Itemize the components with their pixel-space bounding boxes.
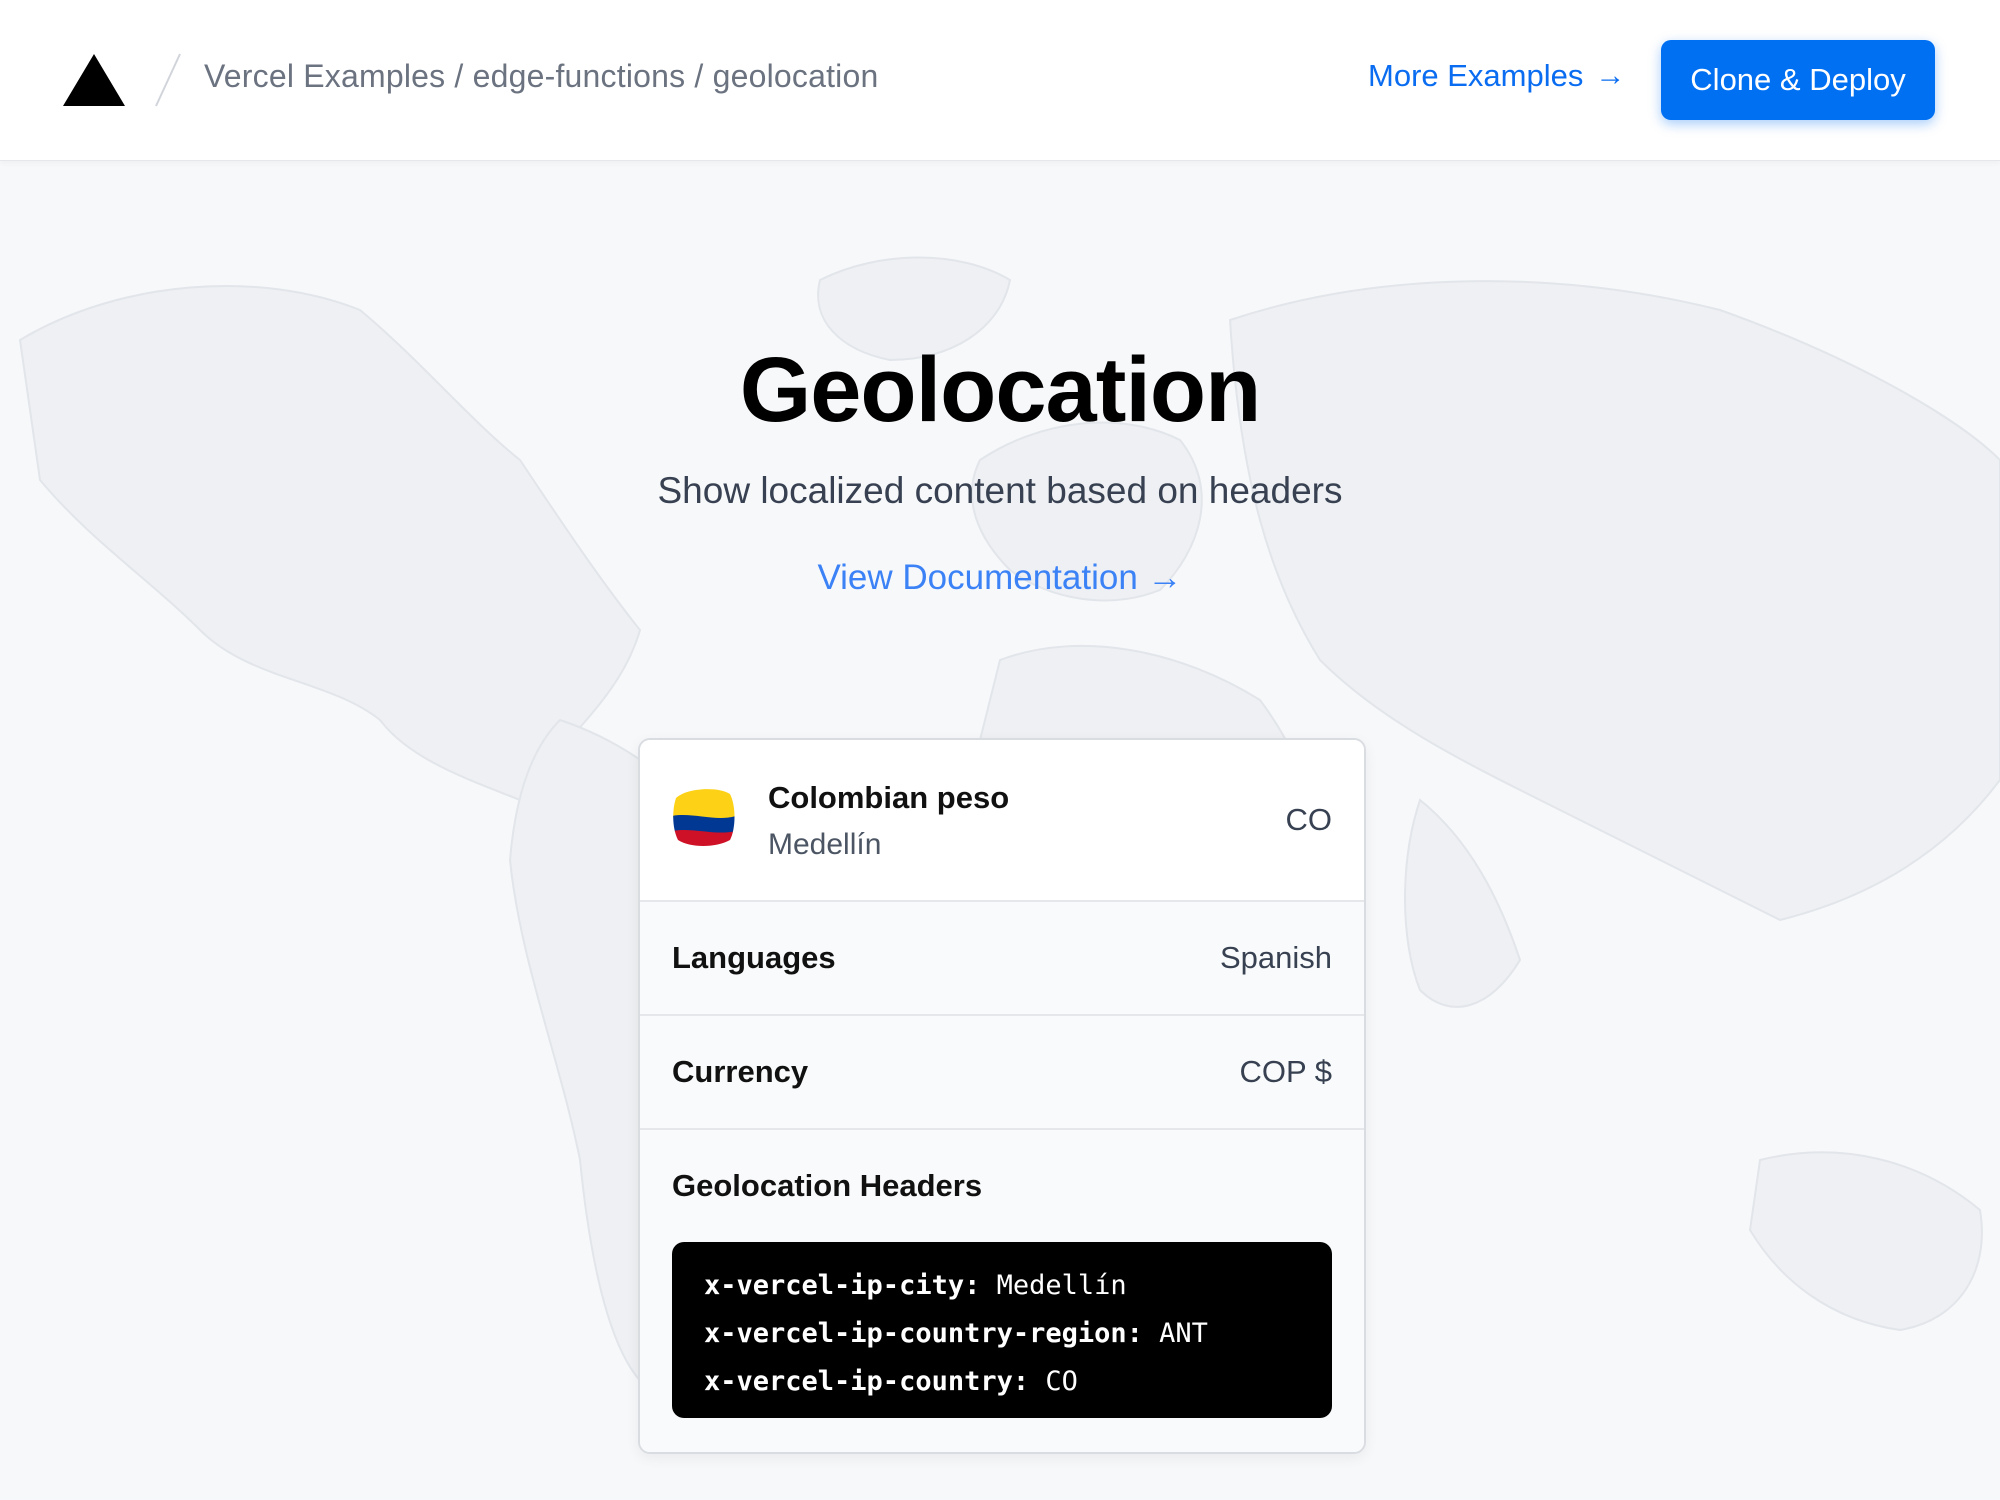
header-key: x-vercel-ip-city: <box>704 1270 981 1301</box>
breadcrumb-separator-icon <box>155 53 181 107</box>
header-key: x-vercel-ip-country: <box>704 1366 1030 1397</box>
country-code: CO <box>1285 802 1333 837</box>
header-value: Medellín <box>996 1270 1127 1301</box>
arrow-right-icon: → <box>1147 558 1183 597</box>
geolocation-headers-section: Geolocation Headers x-vercel-ip-city: Me… <box>640 1130 1364 1452</box>
view-documentation-link[interactable]: View Documentation → <box>817 558 1182 598</box>
country-name: Colombian peso <box>768 780 1010 815</box>
arrow-right-icon: → <box>1595 59 1626 92</box>
top-navigation-bar: Vercel Examples / edge-functions / geolo… <box>0 0 2000 161</box>
languages-value: Spanish <box>1219 940 1332 975</box>
header-key: x-vercel-ip-country-region: <box>704 1318 1143 1349</box>
headers-code-block: x-vercel-ip-city: Medellín x-vercel-ip-c… <box>672 1242 1332 1418</box>
clone-and-deploy-button[interactable]: Clone & Deploy <box>1661 40 1935 120</box>
geolocation-headers-title: Geolocation Headers <box>672 1168 983 1203</box>
hero-section: Geolocation Show localized content based… <box>0 330 2000 598</box>
currency-label: Currency <box>672 1054 809 1089</box>
page-subtitle: Show localized content based on headers <box>657 470 1343 511</box>
breadcrumb[interactable]: Vercel Examples / edge-functions / geolo… <box>204 58 878 95</box>
country-row: Colombian peso Medellín CO <box>640 740 1364 902</box>
header-line-country: x-vercel-ip-country: CO <box>704 1358 1300 1406</box>
header-value: ANT <box>1159 1318 1208 1349</box>
city-name: Medellín <box>768 828 882 861</box>
view-documentation-label: View Documentation <box>817 558 1138 597</box>
page-title: Geolocation <box>739 339 1262 441</box>
geolocation-card: Colombian peso Medellín CO Languages Spa… <box>638 738 1366 1454</box>
header-line-region: x-vercel-ip-country-region: ANT <box>704 1310 1300 1358</box>
currency-row: Currency COP $ <box>640 1016 1364 1130</box>
more-examples-label: More Examples <box>1368 58 1584 93</box>
header-value: CO <box>1045 1366 1078 1397</box>
languages-label: Languages <box>672 940 836 975</box>
languages-row: Languages Spanish <box>640 902 1364 1016</box>
colombia-flag-icon <box>673 789 735 847</box>
currency-value: COP $ <box>1239 1054 1332 1089</box>
vercel-logo-icon[interactable] <box>63 54 125 106</box>
more-examples-link[interactable]: More Examples → <box>1368 58 1625 94</box>
header-line-city: x-vercel-ip-city: Medellín <box>704 1262 1300 1310</box>
